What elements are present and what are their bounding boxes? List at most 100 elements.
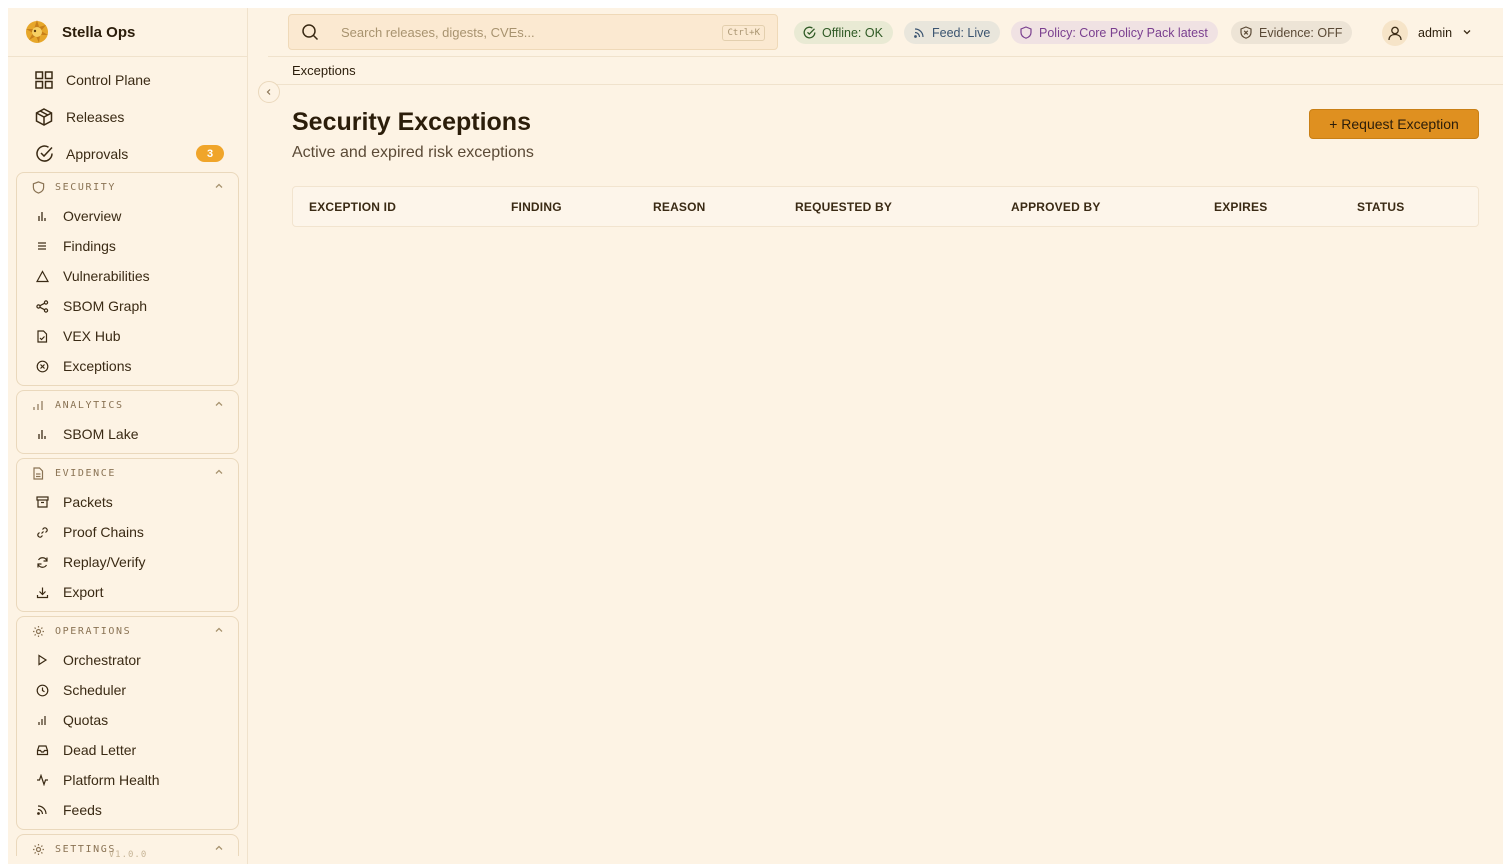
feed-status-label: Feed: Live — [932, 25, 991, 40]
chevron-up-icon — [214, 181, 224, 194]
breadcrumb[interactable]: Exceptions — [292, 63, 356, 78]
nav-item-label: Control Plane — [66, 71, 151, 88]
feed-status-pill[interactable]: Feed: Live — [904, 21, 1001, 44]
sidebar-item-replay-verify[interactable]: Replay/Verify — [17, 547, 238, 577]
offline-status-label: Offline: OK — [822, 25, 883, 40]
gear-icon — [31, 624, 45, 638]
nav-item-releases[interactable]: Releases — [8, 98, 247, 135]
sidebar-item-overview[interactable]: Overview — [17, 201, 238, 231]
column-header-approved-by[interactable]: APPROVED BY — [1011, 200, 1101, 214]
archive-icon — [35, 495, 49, 509]
file-check-icon — [35, 329, 49, 343]
column-header-finding[interactable]: FINDING — [511, 200, 562, 214]
nav-group-analytics-header[interactable]: ANALYTICS — [17, 391, 238, 419]
sidebar-item-scheduler[interactable]: Scheduler — [17, 675, 238, 705]
sidebar-item-findings[interactable]: Findings — [17, 231, 238, 261]
column-header-exception-id[interactable]: EXCEPTION ID — [309, 200, 396, 214]
app-window: Stella Ops Control Plane Releases Approv… — [8, 8, 1503, 864]
user-avatar-icon — [1382, 20, 1408, 46]
document-icon — [31, 466, 45, 480]
sidebar-item-label: Exceptions — [63, 358, 132, 374]
play-icon — [35, 653, 49, 667]
approvals-count-badge: 3 — [196, 145, 224, 162]
column-header-status[interactable]: STATUS — [1357, 200, 1404, 214]
sidebar-item-label: Replay/Verify — [63, 554, 146, 570]
nav-group-evidence-header[interactable]: EVIDENCE — [17, 459, 238, 487]
sidebar-item-label: Overview — [63, 208, 122, 224]
nav-group-title: EVIDENCE — [55, 467, 116, 479]
warning-triangle-icon — [35, 269, 49, 283]
chevron-up-icon — [214, 625, 224, 638]
sidebar-item-label: Quotas — [63, 712, 109, 728]
user-menu[interactable]: admin — [1382, 20, 1472, 46]
brand-name: Stella Ops — [62, 23, 136, 41]
sidebar-item-label: Findings — [63, 238, 116, 254]
sidebar-item-label: Platform Health — [63, 772, 160, 788]
breadcrumb-bar: Exceptions — [268, 57, 1503, 85]
sidebar-item-exceptions[interactable]: Exceptions — [17, 351, 238, 381]
sidebar: Stella Ops Control Plane Releases Approv… — [8, 8, 248, 864]
sidebar-collapse-button[interactable] — [258, 81, 280, 103]
sidebar-item-label: SBOM Lake — [63, 426, 139, 442]
check-circle-icon — [803, 26, 816, 39]
sidebar-item-label: Scheduler — [63, 682, 127, 698]
exceptions-table: EXCEPTION ID FINDING REASON REQUESTED BY… — [292, 186, 1479, 227]
evidence-status-pill[interactable]: Evidence: OFF — [1231, 21, 1353, 44]
sidebar-item-platform-health[interactable]: Platform Health — [17, 765, 238, 795]
nav-item-control-plane[interactable]: Control Plane — [8, 61, 247, 98]
sidebar-item-dead-letter[interactable]: Dead Letter — [17, 735, 238, 765]
stella-logo-icon — [26, 20, 48, 43]
search-input[interactable] — [341, 24, 701, 40]
inbox-icon — [35, 743, 49, 757]
app-version: V1.0.0 — [108, 850, 148, 860]
sidebar-item-export[interactable]: Export — [17, 577, 238, 607]
x-circle-icon — [35, 359, 49, 373]
sidebar-item-label: Orchestrator — [63, 652, 141, 668]
clock-icon — [35, 683, 49, 697]
primary-nav: Control Plane Releases Approvals 3 — [8, 57, 247, 172]
global-search[interactable]: Ctrl+K — [288, 14, 778, 50]
sidebar-item-vex-hub[interactable]: VEX Hub — [17, 321, 238, 351]
download-icon — [35, 585, 49, 599]
nav-group-security-header[interactable]: SECURITY — [17, 173, 238, 201]
topbar: Ctrl+K Offline: OK Feed: Live Policy: Co… — [268, 8, 1503, 57]
package-icon — [34, 107, 54, 127]
sidebar-item-orchestrator[interactable]: Orchestrator — [17, 645, 238, 675]
nav-item-label: Releases — [66, 108, 125, 125]
offline-status-pill[interactable]: Offline: OK — [794, 21, 893, 44]
sidebar-item-label: Dead Letter — [63, 742, 137, 758]
sidebar-item-proof-chains[interactable]: Proof Chains — [17, 517, 238, 547]
chevron-up-icon — [214, 467, 224, 480]
link-icon — [35, 525, 49, 539]
bar-chart-icon — [35, 427, 49, 441]
sidebar-item-label: Feeds — [63, 802, 102, 818]
bar-chart-icon — [35, 209, 49, 223]
sidebar-item-label: VEX Hub — [63, 328, 121, 344]
sidebar-item-label: Export — [63, 584, 104, 600]
list-icon — [35, 239, 49, 253]
column-header-requested-by[interactable]: REQUESTED BY — [795, 200, 892, 214]
sidebar-item-vulnerabilities[interactable]: Vulnerabilities — [17, 261, 238, 291]
policy-status-label: Policy: Core Policy Pack latest — [1039, 25, 1208, 40]
nav-group-operations-header[interactable]: OPERATIONS — [17, 617, 238, 645]
chevron-down-icon — [1462, 24, 1472, 42]
brand[interactable]: Stella Ops — [8, 8, 247, 57]
sidebar-item-packets[interactable]: Packets — [17, 487, 238, 517]
search-icon — [301, 22, 321, 42]
policy-status-pill[interactable]: Policy: Core Policy Pack latest — [1011, 21, 1218, 44]
shield-icon — [1020, 26, 1033, 39]
sidebar-item-label: SBOM Graph — [63, 298, 148, 314]
column-header-expires[interactable]: EXPIRES — [1214, 200, 1267, 214]
chevron-left-icon — [266, 89, 271, 95]
sidebar-item-sbom-lake[interactable]: SBOM Lake — [17, 419, 238, 449]
column-header-reason[interactable]: REASON — [653, 200, 706, 214]
sidebar-item-quotas[interactable]: Quotas — [17, 705, 238, 735]
nav-item-approvals[interactable]: Approvals 3 — [8, 135, 247, 172]
analytics-icon — [31, 398, 45, 412]
sidebar-item-feeds[interactable]: Feeds — [17, 795, 238, 825]
sidebar-item-sbom-graph[interactable]: SBOM Graph — [17, 291, 238, 321]
sidebar-item-label: Proof Chains — [63, 524, 144, 540]
request-exception-button[interactable]: + Request Exception — [1309, 109, 1479, 139]
check-circle-icon — [34, 144, 54, 164]
sidebar-item-label: Vulnerabilities — [63, 268, 150, 284]
